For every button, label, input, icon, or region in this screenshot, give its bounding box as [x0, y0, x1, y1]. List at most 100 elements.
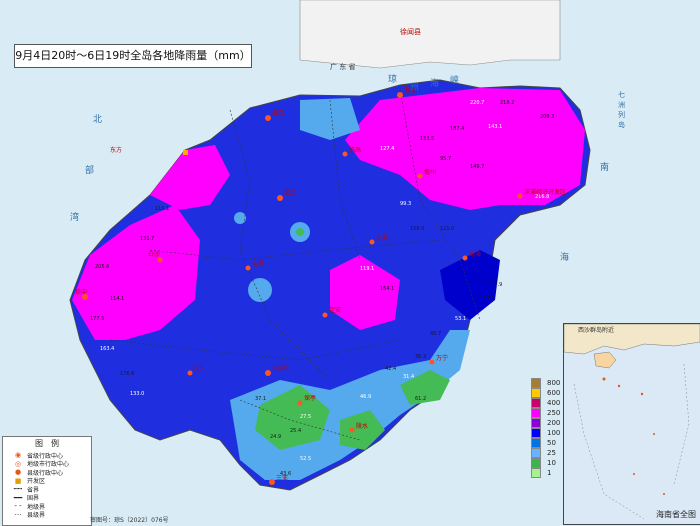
scale-label: 200: [547, 419, 561, 427]
rainfall-value-label: 164.1: [380, 286, 394, 292]
rainfall-value-label: 95.7: [440, 156, 451, 162]
sea-label-beibu-3: 湾: [70, 213, 80, 223]
city-label: 五指山: [272, 364, 290, 372]
sea-label-qizhou-4: 岛: [618, 121, 625, 129]
rainfall-value-label: 205.6: [95, 264, 109, 270]
rainfall-value-label: 218.2: [500, 100, 514, 106]
sea-label-qizhou-3: 列: [618, 111, 625, 119]
rainfall-value-label: 119.1: [360, 266, 374, 272]
rainfall-value-label: 133.6: [480, 296, 494, 302]
rainfall-value-label: 99.3: [400, 201, 411, 207]
inset-island-marker: [663, 493, 665, 495]
border-line-icon: ━━: [13, 493, 23, 502]
circle-icon: ●: [14, 468, 22, 477]
city-marker: [462, 255, 468, 261]
city-label: 乐东: [192, 364, 204, 372]
scale-swatch: [531, 418, 541, 428]
city-marker: [277, 195, 283, 201]
rainfall-value-label: 25.4: [290, 428, 301, 434]
sea-label-nanhai-2: 海: [560, 253, 570, 263]
inset-island-marker: [633, 473, 635, 475]
city-label: 琼海: [469, 250, 481, 258]
rainfall-value-label: 208.3: [540, 114, 554, 120]
rainfall-value-label: 143.1: [488, 124, 502, 130]
rainfall-value-label: 187.4: [450, 126, 464, 132]
rainfall-value-label: 121.0: [440, 226, 454, 232]
scale-swatch: [531, 408, 541, 418]
rainfall-value-label: 110.1: [155, 206, 169, 212]
rainfall-value-label: 153.5: [420, 136, 434, 142]
rainfall-value-label: 176.6: [120, 371, 134, 377]
scale-label: 10: [547, 459, 556, 467]
rainfall-value-label: 131.7: [140, 236, 154, 242]
scale-label: 250: [547, 409, 561, 417]
inset-title: 西沙群岛附近: [578, 327, 615, 334]
legend-row: ■ 开发区: [3, 477, 91, 486]
inset-island-marker: [602, 377, 606, 381]
city-marker: [397, 92, 403, 98]
city-label: 昌江: [284, 190, 296, 197]
city-marker: [417, 173, 423, 179]
city-marker: [183, 150, 188, 155]
thin-dash-icon: - -: [14, 502, 22, 511]
inset-canvas: [564, 324, 700, 520]
rainfall-value-label: 163.4: [100, 346, 114, 352]
rainfall-value-label: 114.1: [110, 296, 124, 302]
inset-label: 海南省全图: [656, 510, 696, 519]
square-icon: ■: [14, 476, 22, 485]
legend: 图 例 ◉ 省级行政中心 ◎ 地级市行政中心 ● 县级行政中心 ■ 开发区 ┅┅ 省界 ━…: [2, 436, 92, 526]
city-label: 文昌: [376, 234, 388, 242]
scale-swatch: [531, 438, 541, 448]
scale-swatch: [531, 448, 541, 458]
city-marker: [269, 479, 275, 485]
city-label: 琼中: [75, 288, 87, 296]
city-marker: [429, 359, 435, 365]
rainfall-value-label: 61.2: [415, 396, 426, 402]
inset-map: 西沙群岛附近 海南省全图: [563, 323, 700, 525]
city-marker: [342, 151, 348, 157]
sea-label-qiongzhou-3: 海: [430, 79, 440, 89]
rainfall-value-label: 52.5: [300, 456, 311, 462]
mid-rain-spot: [248, 278, 272, 302]
city-label: 儋州: [424, 168, 436, 176]
rainfall-value-label: 53.1: [455, 316, 466, 322]
map-title: 9月4日20时～6日19时全岛各地降雨量（mm）: [14, 44, 252, 68]
sea-label-qiongzhou-4: 峡: [450, 76, 460, 86]
rainfall-value-label: 149.7: [470, 164, 484, 170]
inset-island-marker: [617, 384, 621, 388]
dot-line-icon: ···: [14, 510, 22, 519]
city-label: 保亭: [304, 394, 316, 402]
rainfall-value-label: 24.9: [270, 434, 281, 440]
rainfall-value-label: 177.5: [90, 316, 104, 322]
rainfall-value-label: 37.1: [255, 396, 266, 402]
scale-swatch: [531, 378, 541, 388]
rainfall-value-label: 42.4: [385, 366, 396, 372]
sea-label-beibu-2: 部: [85, 166, 95, 176]
city-marker: [369, 239, 375, 245]
scale-swatch: [531, 388, 541, 398]
scale-label: 50: [547, 439, 556, 447]
scale-swatch: [531, 428, 541, 438]
city-marker: [322, 312, 328, 318]
legend-row: ● 县级行政中心: [3, 468, 91, 477]
city-label: 屯昌: [252, 260, 264, 268]
mid-rain-spot: [234, 212, 246, 224]
city-label: 海口: [272, 109, 284, 117]
city-marker: [157, 257, 163, 263]
leizhou-peninsula: [299, 0, 561, 69]
rainfall-value-label: 45.7: [430, 331, 441, 337]
city-label: 定安: [329, 306, 341, 314]
scale-label: 400: [547, 399, 561, 407]
rainfall-value-label: 220.7: [470, 100, 484, 106]
rainfall-value-label: 133.0: [130, 391, 144, 397]
rainfall-value-label: 27.5: [300, 414, 311, 420]
sea-label-qizhou-1: 七: [618, 91, 625, 99]
scale-label: 1: [547, 469, 552, 477]
city-marker: [265, 115, 271, 121]
scale-label: 25: [547, 449, 556, 457]
rainfall-value-label: 46.9: [360, 394, 371, 400]
city-marker: [517, 193, 523, 199]
sea-label-qiongzhou-2: 州: [410, 83, 420, 93]
rainfall-map: 220.7 218.2 208.3 143.1 187.4 153.5 127.4 95.7 1…: [0, 0, 700, 526]
inset-hainan: [593, 351, 617, 369]
